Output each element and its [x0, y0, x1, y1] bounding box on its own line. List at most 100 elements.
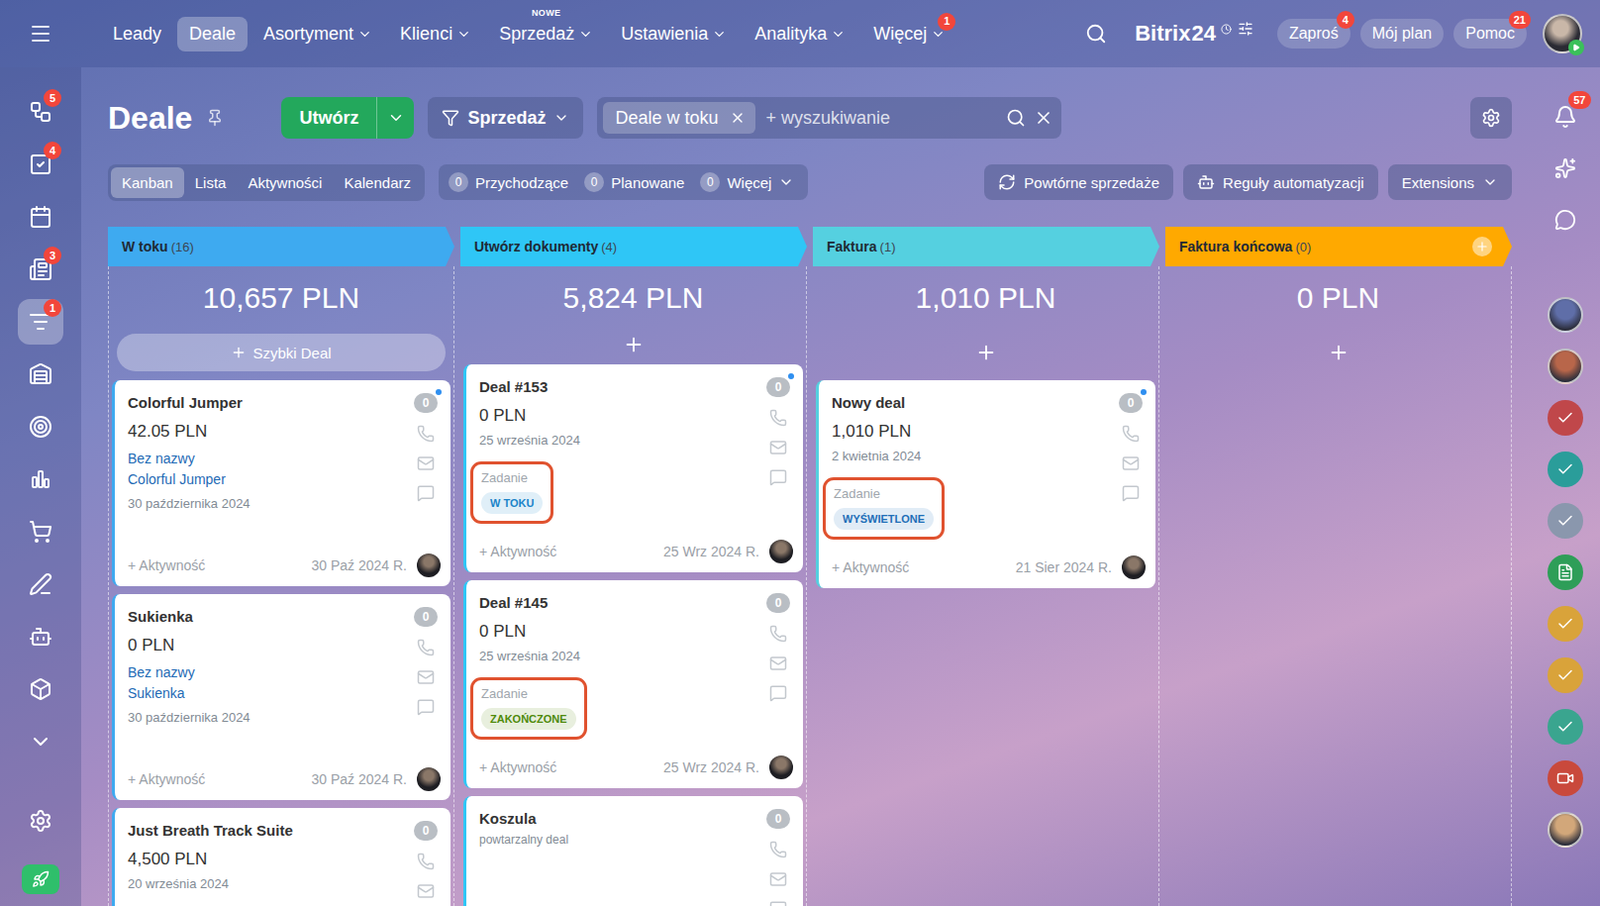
top-button[interactable]: Mój plan	[1360, 18, 1444, 49]
create-arrow[interactable]	[376, 97, 414, 139]
chat-avatar[interactable]	[1547, 811, 1584, 848]
add-activity[interactable]: + Aktywność	[127, 771, 205, 788]
deal-card[interactable]: Sukienka0 PLNBez nazwySukienka30 paździe…	[111, 594, 451, 800]
deal-title[interactable]: Colorful Jumper	[127, 393, 405, 413]
recent-item[interactable]	[1547, 657, 1584, 694]
recent-item[interactable]	[1547, 400, 1584, 436]
recent-item[interactable]	[1547, 502, 1584, 539]
message-icon[interactable]	[769, 468, 788, 487]
quick-add-button[interactable]: Szybki Deal	[116, 333, 446, 372]
menu-button[interactable]	[0, 21, 82, 46]
mail-icon[interactable]	[769, 438, 788, 457]
deal-card[interactable]: Deal #1530 PLN25 września 2024ZadanieW T…	[463, 364, 803, 573]
sidebar-item[interactable]	[17, 718, 64, 765]
pin-button[interactable]	[205, 108, 224, 127]
mail-icon[interactable]	[416, 668, 435, 687]
nav-item[interactable]: Ustawienia	[608, 16, 739, 52]
sidebar-item[interactable]	[17, 508, 64, 555]
mail-icon[interactable]	[769, 654, 788, 673]
deal-card[interactable]: Nowy deal1,010 PLN2 kwietnia 2024Zadanie…	[815, 380, 1156, 589]
counter-item[interactable]: 0Przychodzące	[448, 172, 569, 193]
deal-link[interactable]: Colorful Jumper	[127, 469, 405, 491]
phone-icon[interactable]	[416, 424, 435, 443]
add-activity[interactable]: + Aktywność	[479, 759, 557, 776]
search-field[interactable]: Deale w toku	[597, 97, 1062, 139]
recent-item[interactable]	[1547, 760, 1584, 797]
deal-title[interactable]: Just Breath Track Suite	[127, 820, 405, 841]
action-button[interactable]: Extensions	[1388, 164, 1512, 200]
nav-item[interactable]: Deale	[177, 16, 248, 52]
message-icon[interactable]	[416, 698, 435, 716]
add-activity[interactable]: + Aktywność	[831, 559, 909, 576]
rocket-button[interactable]	[21, 864, 60, 895]
counter-item[interactable]: 0Planowane	[584, 172, 685, 193]
search-icon[interactable]	[1005, 107, 1026, 128]
mail-icon[interactable]	[1121, 454, 1140, 473]
sidebar-item[interactable]	[17, 456, 64, 502]
plus-icon[interactable]	[975, 341, 998, 364]
clear-icon[interactable]	[1033, 107, 1054, 128]
sidebar-settings[interactable]	[17, 798, 64, 844]
responsible-avatar[interactable]	[1121, 555, 1146, 580]
responsible-avatar[interactable]	[416, 553, 441, 578]
add-stage-button[interactable]	[1472, 236, 1493, 257]
recent-item[interactable]	[1547, 451, 1584, 488]
view-tab[interactable]: Kalendarz	[332, 167, 422, 199]
sidebar-item[interactable]	[17, 666, 64, 712]
deal-card[interactable]: Koszulapowtarzalny deal0	[463, 796, 803, 906]
deal-title[interactable]: Deal #145	[479, 593, 758, 613]
deal-link[interactable]: Bez nazwy	[127, 662, 405, 684]
recent-item[interactable]	[1547, 708, 1584, 745]
message-icon[interactable]	[769, 900, 788, 906]
sidebar-item[interactable]	[17, 561, 64, 607]
sidebar-item[interactable]: 1	[17, 299, 64, 345]
plus-icon[interactable]	[1327, 341, 1350, 364]
column-header[interactable]: Utwórz dokumenty(4)	[460, 226, 807, 267]
sidebar-item[interactable]	[17, 613, 64, 660]
phone-icon[interactable]	[769, 840, 788, 859]
search-icon[interactable]	[1085, 22, 1107, 45]
right-sidebar-item[interactable]	[1547, 201, 1584, 238]
view-tab[interactable]: Kanban	[110, 167, 185, 199]
deal-link[interactable]: Bez nazwy	[127, 448, 405, 470]
message-icon[interactable]	[1121, 484, 1140, 502]
sidebar-item[interactable]	[17, 403, 64, 450]
responsible-avatar[interactable]	[769, 539, 794, 564]
view-tab[interactable]: Aktywności	[236, 167, 333, 199]
message-icon[interactable]	[769, 684, 788, 702]
view-tab[interactable]: Lista	[184, 167, 238, 199]
nav-item[interactable]: Analityka	[742, 16, 858, 52]
nav-item[interactable]: Asortyment	[251, 16, 385, 52]
filter-tag[interactable]: Deale w toku	[602, 101, 756, 134]
create-button[interactable]: Utwórz	[281, 97, 414, 139]
phone-icon[interactable]	[416, 638, 435, 657]
action-button[interactable]: Reguły automatyzacji	[1183, 164, 1379, 200]
nav-item[interactable]: Więcej1	[861, 16, 958, 52]
add-activity[interactable]: + Aktywność	[127, 557, 205, 574]
deal-title[interactable]: Deal #153	[479, 377, 758, 398]
sidebar-item[interactable]	[17, 351, 64, 398]
nav-item[interactable]: Klienci	[388, 16, 484, 52]
settings-button[interactable]	[1470, 97, 1512, 139]
phone-icon[interactable]	[769, 624, 788, 643]
sidebar-item[interactable]	[17, 194, 64, 240]
counter-item[interactable]: 0Więcej	[700, 172, 795, 193]
deal-card[interactable]: Just Breath Track Suite4,500 PLN20 wrześ…	[111, 807, 451, 906]
right-sidebar-item[interactable]	[1547, 150, 1584, 187]
add-activity[interactable]: + Aktywność	[479, 543, 557, 560]
nav-item[interactable]: NOWESprzedaż	[487, 16, 605, 52]
recent-item[interactable]	[1547, 554, 1584, 591]
chat-avatar[interactable]	[1547, 297, 1584, 333]
phone-icon[interactable]	[769, 408, 788, 427]
responsible-avatar[interactable]	[416, 767, 441, 792]
deal-card[interactable]: Deal #1450 PLN25 września 2024ZadanieZAK…	[463, 580, 803, 789]
top-button[interactable]: Zaproś4	[1277, 18, 1351, 49]
create-main[interactable]: Utwórz	[281, 97, 377, 139]
action-button[interactable]: Powtórne sprzedaże	[984, 164, 1174, 200]
sidebar-item[interactable]: 4	[17, 141, 64, 188]
nav-item[interactable]: Leady	[100, 16, 174, 52]
deal-title[interactable]: Sukienka	[127, 606, 405, 627]
mail-icon[interactable]	[769, 870, 788, 889]
search-input[interactable]	[763, 106, 999, 130]
recent-item[interactable]	[1547, 605, 1584, 642]
